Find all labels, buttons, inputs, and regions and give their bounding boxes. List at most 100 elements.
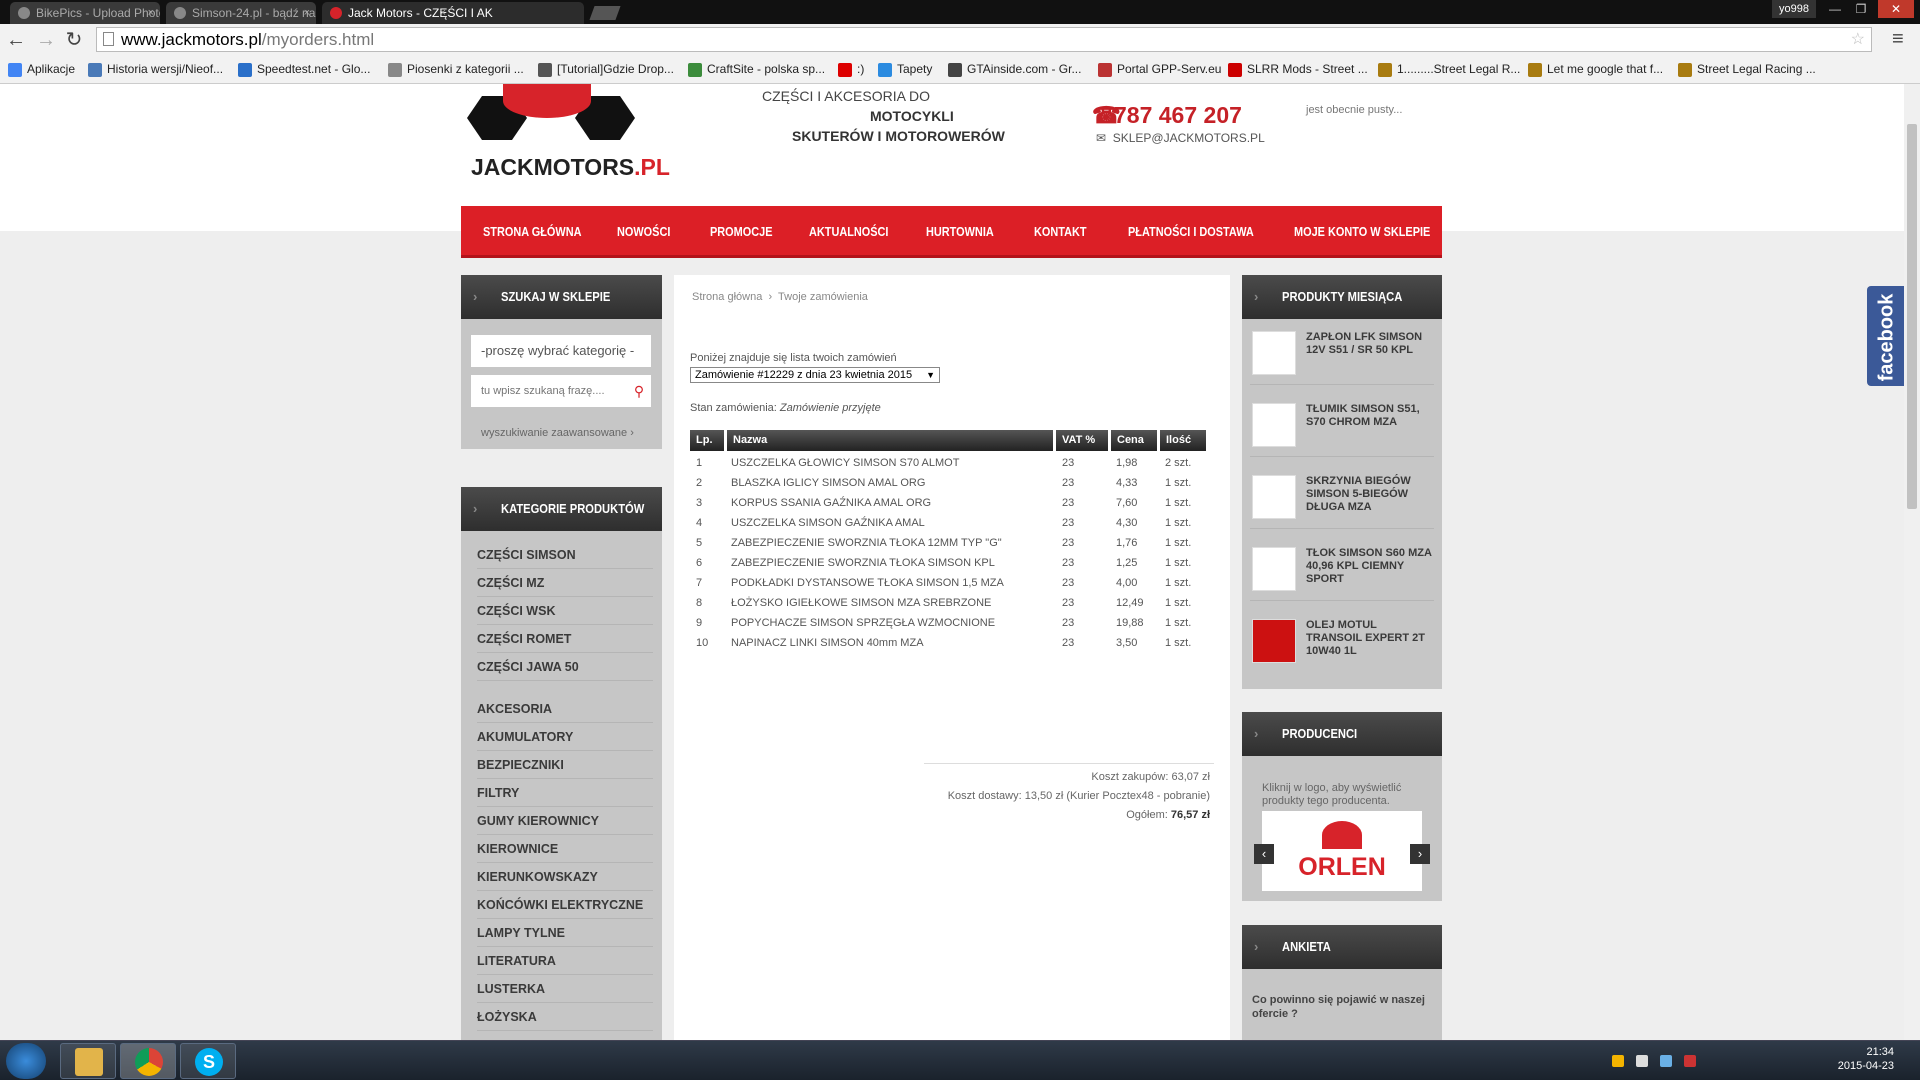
category-item[interactable]: ŁOŻYSKA: [477, 1003, 653, 1031]
skype-taskbar-button[interactable]: S: [180, 1043, 236, 1079]
advanced-search-link[interactable]: wyszukiwanie zaawansowane ›: [481, 427, 634, 439]
category-item[interactable]: CZĘŚCI JAWA 50: [477, 653, 653, 681]
bookmark-item[interactable]: Street Legal Racing ...: [1678, 56, 1816, 83]
carousel-prev-button[interactable]: ‹: [1254, 844, 1274, 864]
category-item[interactable]: AKCESORIA: [477, 695, 653, 723]
chevron-right-icon: ›: [473, 289, 478, 304]
featured-product[interactable]: TŁUMIK SIMSON S51, S70 CHROM MZA: [1250, 393, 1434, 457]
category-item[interactable]: CZĘŚCI MZ: [477, 569, 653, 597]
bookmark-item[interactable]: 1.........Street Legal R...: [1378, 56, 1520, 83]
facebook-widget[interactable]: facebook: [1867, 286, 1904, 386]
start-button[interactable]: [6, 1043, 46, 1079]
address-bar[interactable]: www.jackmotors.pl/myorders.html ☆: [96, 27, 1872, 52]
category-item[interactable]: KOŃCÓWKI ELEKTRYCZNE: [477, 891, 653, 919]
minimize-button[interactable]: —: [1822, 0, 1848, 18]
bookmark-item[interactable]: :): [838, 56, 864, 83]
category-item[interactable]: FILTRY: [477, 779, 653, 807]
menu-payment-delivery[interactable]: PŁATNOŚCI I DOSTAWA: [1128, 206, 1254, 258]
producer-logo-orlen[interactable]: ORLEN: [1262, 811, 1422, 891]
tab-close-icon[interactable]: ×: [148, 2, 154, 24]
tray-icon[interactable]: [1636, 1055, 1648, 1067]
maximize-button[interactable]: ❐: [1848, 0, 1874, 18]
category-item[interactable]: BEZPIECZNIKI: [477, 751, 653, 779]
chrome-menu-icon[interactable]: ≡: [1892, 28, 1904, 51]
email-contact[interactable]: ✉ SKLEP@JACKMOTORS.PL: [1096, 131, 1265, 145]
cell-price: 4,33: [1116, 477, 1138, 489]
featured-product[interactable]: TŁOK SIMSON S60 MZA 40,96 KPL CIEMNY SPO…: [1250, 537, 1434, 601]
cell-qty: 1 szt.: [1165, 597, 1192, 609]
category-item[interactable]: CZĘŚCI ROMET: [477, 625, 653, 653]
bookmark-item[interactable]: Historia wersji/Nieof...: [88, 56, 223, 83]
category-item[interactable]: KIEROWNICE: [477, 835, 653, 863]
explorer-taskbar-button[interactable]: [60, 1043, 116, 1079]
tray-icon[interactable]: [1660, 1055, 1672, 1067]
close-window-button[interactable]: ✕: [1878, 0, 1914, 18]
category-item[interactable]: LITERATURA: [477, 947, 653, 975]
bookmark-item[interactable]: Speedtest.net - Glo...: [238, 56, 370, 83]
featured-product[interactable]: SKRZYNIA BIEGÓW SIMSON 5-BIEGÓW DŁUGA MZ…: [1250, 465, 1434, 529]
page-icon: [103, 32, 114, 46]
category-item[interactable]: CZĘŚCI WSK: [477, 597, 653, 625]
site-logo[interactable]: JACKMOTORS.PL: [465, 84, 670, 184]
bookmark-item[interactable]: GTAinside.com - Gr...: [948, 56, 1081, 83]
menu-contact[interactable]: KONTAKT: [1034, 206, 1087, 258]
page-scrollbar[interactable]: [1904, 84, 1920, 1040]
speaker-icon[interactable]: [1684, 1055, 1696, 1067]
bookmark-item[interactable]: Piosenki z kategorii ...: [388, 56, 524, 83]
back-button[interactable]: ←: [4, 28, 28, 52]
col-lp: Lp.: [690, 430, 724, 451]
totals-divider: [924, 763, 1214, 764]
featured-product[interactable]: OLEJ MOTUL TRANSOIL EXPERT 2T 10W40 1L: [1250, 609, 1434, 673]
category-item[interactable]: LUSTERKA: [477, 975, 653, 1003]
tab-bikepics[interactable]: BikePics - Upload Photo ×: [10, 2, 160, 24]
menu-promotions[interactable]: PROMOCJE: [710, 206, 773, 258]
search-box: -proszę wybrać kategorię - ⚲ wyszukiwani…: [461, 319, 662, 449]
bookmark-item[interactable]: SLRR Mods - Street ...: [1228, 56, 1368, 83]
bookmark-item[interactable]: Tapety: [878, 56, 932, 83]
category-item[interactable]: AKUMULATORY: [477, 723, 653, 751]
bookmark-item[interactable]: CraftSite - polska sp...: [688, 56, 825, 83]
scrollbar-thumb[interactable]: [1907, 124, 1917, 509]
menu-home[interactable]: STRONA GŁÓWNA: [483, 206, 581, 258]
cell-name: PODKŁADKI DYSTANSOWE TŁOKA SIMSON 1,5 MZ…: [731, 577, 1004, 589]
cell-qty: 1 szt.: [1165, 637, 1192, 649]
bookmark-item[interactable]: Portal GPP-Serv.eu: [1098, 56, 1221, 83]
featured-product[interactable]: ZAPŁON LFK SIMSON 12V S51 / SR 50 KPL: [1250, 321, 1434, 385]
reload-button[interactable]: ↻: [62, 28, 86, 52]
apps-grid-icon: [8, 62, 22, 77]
menu-wholesale[interactable]: HURTOWNIA: [926, 206, 994, 258]
tab-jackmotors[interactable]: Jack Motors - CZĘŚCI I AK ×: [322, 2, 584, 24]
menu-new[interactable]: NOWOŚCI: [617, 206, 670, 258]
tab-close-icon[interactable]: ×: [440, 2, 446, 24]
carousel-next-button[interactable]: ›: [1410, 844, 1430, 864]
category-item[interactable]: LAMPY TYLNE: [477, 919, 653, 947]
tab-close-icon[interactable]: ×: [304, 2, 310, 24]
menu-my-account[interactable]: MOJE KONTO W SKLEPIE: [1294, 206, 1430, 258]
system-clock[interactable]: 21:34 2015-04-23: [1832, 1045, 1894, 1073]
cell-price: 7,60: [1116, 497, 1138, 509]
search-input[interactable]: [471, 375, 651, 407]
bookmark-apps[interactable]: Aplikacje: [8, 56, 75, 83]
bookmark-icon: [1098, 62, 1112, 77]
bookmark-star-icon[interactable]: ☆: [1851, 28, 1865, 51]
user-profile-button[interactable]: yo998: [1772, 0, 1816, 18]
bookmark-icon: [688, 62, 702, 77]
tray-icon[interactable]: [1612, 1055, 1624, 1067]
category-item[interactable]: GUMY KIEROWNICY: [477, 807, 653, 835]
forward-button[interactable]: →: [34, 28, 58, 52]
category-item[interactable]: CZĘŚCI SIMSON: [477, 541, 653, 569]
category-item[interactable]: KIERUNKOWSKAZY: [477, 863, 653, 891]
bookmark-item[interactable]: [Tutorial]Gdzie Drop...: [538, 56, 674, 83]
bookmark-item[interactable]: Let me google that f...: [1528, 56, 1663, 83]
order-select[interactable]: Zamówienie #12229 z dnia 23 kwietnia 201…: [690, 367, 940, 383]
category-select[interactable]: -proszę wybrać kategorię -: [471, 335, 651, 367]
new-tab-button[interactable]: [589, 6, 621, 20]
chrome-taskbar-button[interactable]: [120, 1043, 176, 1079]
cell-qty: 1 szt.: [1165, 617, 1192, 629]
search-icon[interactable]: ⚲: [627, 375, 651, 407]
tab-simson24[interactable]: Simson-24.pl - bądź na bi ×: [166, 2, 316, 24]
menu-news[interactable]: AKTUALNOŚCI: [809, 206, 888, 258]
col-qty: Ilość: [1160, 430, 1206, 451]
bookmark-icon: [538, 62, 552, 77]
breadcrumb-home-link[interactable]: Strona główna: [692, 291, 762, 303]
